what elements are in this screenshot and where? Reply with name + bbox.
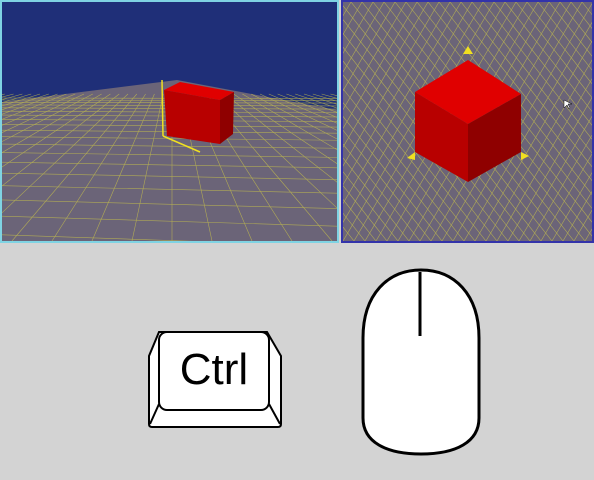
ctrl-key-label: Ctrl xyxy=(179,345,249,394)
perspective-viewport[interactable] xyxy=(0,0,339,243)
perspective-scene xyxy=(2,2,337,241)
top-scene xyxy=(343,2,592,241)
ctrl-key-icon: Ctrl xyxy=(145,328,285,432)
mouse-icon xyxy=(358,266,484,458)
top-perspective-viewport[interactable] xyxy=(341,0,594,243)
